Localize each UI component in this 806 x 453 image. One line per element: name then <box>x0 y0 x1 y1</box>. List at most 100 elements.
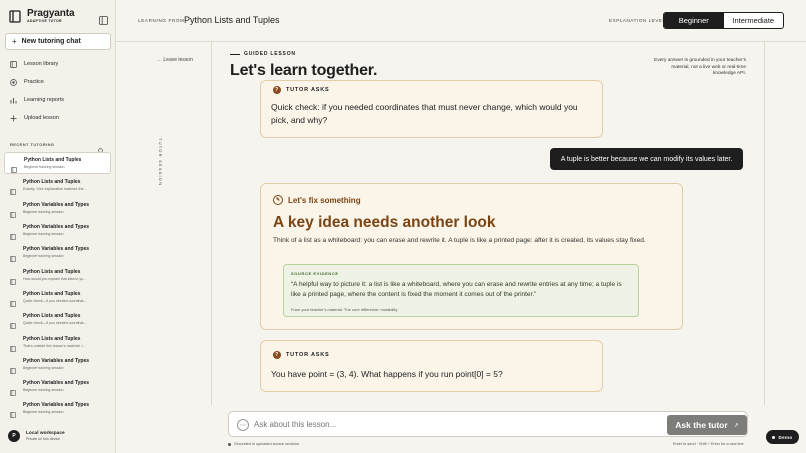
tutor-asks-text: Tutor asks <box>286 87 330 93</box>
nav-learning-reports[interactable]: Learning reports <box>10 94 64 106</box>
ask-tutor-label: Ask the tutor <box>675 420 728 430</box>
book-logo-icon <box>9 10 21 23</box>
history-item[interactable]: Python Lists and Tuples How would you exp… <box>4 263 111 285</box>
correction-card: ✎ Let's fix something A key idea needs a… <box>260 183 683 330</box>
conversation[interactable]: Guided lesson Let's learn together. Ever… <box>211 42 765 405</box>
tutor-question-card: ? Tutor asks You have point = (3, 4). Wh… <box>260 340 603 392</box>
book-icon <box>10 182 16 196</box>
plus-icon: + <box>12 37 17 46</box>
header: Learning from Python Lists and Tuples Ex… <box>116 0 806 42</box>
new-chat-button[interactable]: + New tutoring chat <box>5 33 111 50</box>
history-item-title: Python Variables and Types <box>23 201 90 208</box>
fix-label-text: Let's fix something <box>288 195 361 205</box>
status-dot-icon <box>228 442 231 446</box>
workspace-sub: Private on this device <box>26 436 61 441</box>
history-item-title: Python Lists and Tuples <box>23 290 81 297</box>
source-evidence-label: Source evidence <box>291 271 339 276</box>
user-message: A tuple is better because we can modify … <box>550 148 743 170</box>
arrow-up-right-icon: ↗ <box>733 422 739 429</box>
history-item-subtitle: Beginner tutoring session <box>23 209 64 214</box>
nav-upload-lesson[interactable]: Upload lesson <box>10 112 59 124</box>
history-item[interactable]: Python Lists and Tuples Quick check—if yo… <box>4 308 111 330</box>
fix-body: Think of a list as a whiteboard: you can… <box>273 237 646 244</box>
level-beginner-button[interactable]: Beginner <box>664 13 724 28</box>
app-tagline: Adaptive Tutor <box>27 19 62 23</box>
book-icon <box>11 160 17 174</box>
keyboard-hint: Enter to send · Shift + Enter for a new … <box>673 442 744 446</box>
dot-icon <box>772 435 776 439</box>
sidebar-toggle-icon[interactable] <box>99 12 108 25</box>
leave-lesson-link[interactable]: ← Leave lesson <box>157 57 193 63</box>
book-icon <box>10 294 16 307</box>
nav-lesson-library[interactable]: Lesson library <box>10 58 58 70</box>
search-icon[interactable] <box>98 141 104 154</box>
tutor-icon: ? <box>273 86 281 94</box>
history-item-title: Python Variables and Types <box>23 402 90 409</box>
learning-from-label: Learning from <box>138 18 185 23</box>
book-icon <box>10 316 16 330</box>
demo-label: Demo <box>778 434 793 440</box>
history-item[interactable]: Python Lists and Tuples That's outside th… <box>4 330 111 352</box>
tutor-session-label: Tutor session <box>158 138 163 187</box>
brand[interactable]: Pragyanta Adaptive Tutor <box>9 8 75 24</box>
lesson-rail: ← Leave lesson Tutor session <box>116 42 211 453</box>
composer: ⋯ Ask the tutor ↗ <box>228 411 748 437</box>
history-item[interactable]: Python Variables and Types Beginner tutor… <box>4 375 111 397</box>
history-item-subtitle: Beginner tutoring session <box>23 388 64 393</box>
fix-title: A key idea needs another look <box>273 214 496 231</box>
nav-label: Lesson library <box>24 61 59 67</box>
guided-lesson-eyebrow: Guided lesson <box>230 51 296 57</box>
sidebar: Pragyanta Adaptive Tutor + New tutoring … <box>0 0 116 453</box>
book-icon <box>10 383 16 397</box>
source-evidence-reference: From your teacher's material: The core d… <box>291 307 398 312</box>
workspace[interactable]: P Local workspace Private on this device <box>8 430 65 442</box>
history-item[interactable]: Python Variables and Types Beginner tutor… <box>4 397 111 419</box>
tutor-question-text: Quick check: if you needed coordinates t… <box>271 102 578 125</box>
explanation-level-label: Explanation level <box>609 18 666 23</box>
lesson-title: Let's learn together. <box>230 62 378 79</box>
level-intermediate-button[interactable]: Intermediate <box>724 13 784 28</box>
nav-label: Practice <box>24 79 44 85</box>
history-item-subtitle: Beginner tutoring session <box>23 410 64 415</box>
demo-button[interactable]: Demo <box>766 430 799 444</box>
eyebrow-rule <box>230 53 240 55</box>
history-item[interactable]: Python Variables and Types Beginner tutor… <box>4 219 111 241</box>
source-evidence-quote: “A helpful way to picture it: a list is … <box>291 281 622 299</box>
history-item[interactable]: Python Lists and Tuples Quick check—if yo… <box>4 286 111 308</box>
avatar: P <box>8 430 20 442</box>
workspace-title: Local workspace <box>26 430 65 436</box>
history-item[interactable]: Python Lists and Tuples Exactly. Your exp… <box>4 174 111 196</box>
history-item-subtitle: Exactly. Your explanation matches the... <box>23 187 87 192</box>
book-icon <box>10 205 16 218</box>
history-item-title: Python Variables and Types <box>23 357 90 364</box>
fix-label: ✎ Let's fix something <box>273 195 361 205</box>
more-icon[interactable]: ⋯ <box>237 419 249 431</box>
history-item-subtitle: Beginner tutoring session <box>23 254 64 259</box>
nav-practice[interactable]: Practice <box>10 76 44 88</box>
book-icon <box>10 227 16 240</box>
wrench-icon: ✎ <box>273 195 283 205</box>
book-icon <box>10 405 16 419</box>
history-item[interactable]: Python Variables and Types Beginner tutor… <box>4 241 111 263</box>
history-item[interactable]: Python Lists and Tuples Beginner tutoring… <box>4 152 111 175</box>
book-icon <box>10 60 17 68</box>
recent-tutoring-label: Recent tutoring <box>10 142 55 147</box>
book-icon <box>10 339 16 352</box>
ask-tutor-button[interactable]: Ask the tutor ↗ <box>667 415 747 435</box>
history-item[interactable]: Python Variables and Types Beginner tutor… <box>4 353 111 375</box>
book-icon <box>10 249 16 263</box>
nav-label: Learning reports <box>24 97 65 103</box>
target-icon <box>10 78 17 86</box>
chart-icon <box>10 97 17 104</box>
history-item-title: Python Lists and Tuples <box>23 313 81 320</box>
app-name: Pragyanta <box>27 8 75 19</box>
history-item-subtitle: Beginner tutoring session <box>23 232 64 237</box>
history-item-title: Python Variables and Types <box>23 380 90 387</box>
history-item-subtitle: Quick check—if you needed coordinat... <box>23 321 87 326</box>
grounded-status: Grounded in uploaded source sections <box>228 442 299 446</box>
grounded-status-text: Grounded in uploaded source sections <box>234 442 300 446</box>
book-icon <box>10 361 16 374</box>
history-item[interactable]: Python Variables and Types Beginner tutor… <box>4 197 111 219</box>
eyebrow-label: Guided lesson <box>244 51 296 57</box>
question-input[interactable] <box>254 420 654 429</box>
